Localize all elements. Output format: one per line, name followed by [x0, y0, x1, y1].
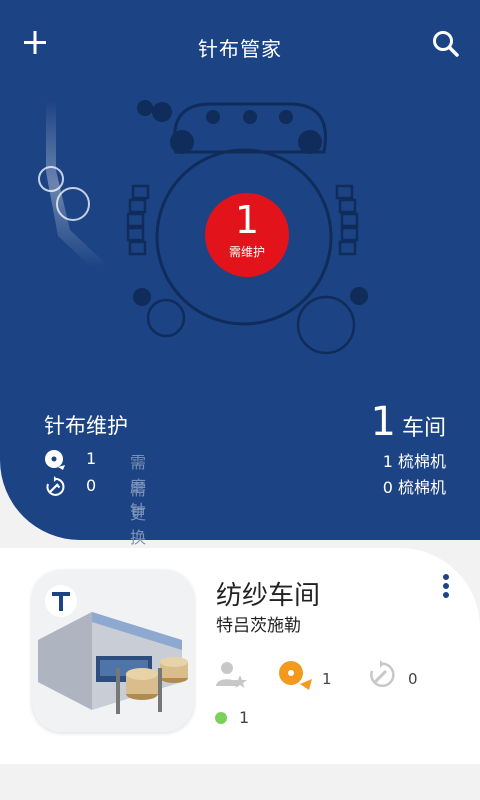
- workshop-card[interactable]: 纺纱车间 特吕茨施勒 1 0 1: [0, 548, 480, 764]
- machine-count-line: 0 梳棉机: [382, 478, 446, 497]
- workshop-label: 车间: [401, 416, 446, 441]
- hero-panel: 针布管家 1 需维护 针布维护 1 需磨针 0 需更换 1 车间 1 梳棉机 0…: [0, 0, 480, 547]
- workshop-count: 1: [370, 399, 396, 445]
- workshop-image: [32, 570, 194, 732]
- replace-stat: 0: [366, 660, 426, 692]
- maintenance-label: 需维护: [228, 245, 265, 259]
- trutzschler-logo-icon: [45, 585, 77, 617]
- grind-stat: 1: [278, 660, 338, 692]
- replace-count: 0: [86, 476, 97, 495]
- workshop-name: 纺纱车间: [216, 581, 321, 611]
- grind-needle-warning-icon: [279, 661, 312, 690]
- workshop-subtitle: 特吕茨施勒: [216, 616, 301, 636]
- replace-stat-count: 0: [408, 670, 418, 688]
- online-dot-icon: [215, 712, 227, 724]
- online-count: 1: [239, 708, 250, 727]
- user-stat: [215, 660, 249, 692]
- top-bar: 针布管家: [0, 0, 480, 90]
- grind-stat-count: 1: [322, 670, 332, 688]
- replace-icon: [46, 476, 65, 496]
- user-star-icon: [216, 662, 247, 688]
- maintenance-count: 1: [234, 198, 260, 242]
- machine-count-line: 1 梳棉机: [382, 452, 446, 471]
- search-icon[interactable]: [430, 28, 462, 60]
- grind-needle-icon: [45, 450, 65, 470]
- summary-title: 针布维护: [44, 414, 128, 438]
- replace-disabled-icon: [370, 660, 395, 687]
- workshop-total: 1 车间: [371, 400, 446, 444]
- page-title: 针布管家: [198, 37, 282, 61]
- grind-needle-count: 1: [86, 449, 97, 468]
- maintenance-badge[interactable]: 1 需维护: [205, 193, 289, 277]
- replace-label: 需更换: [130, 480, 147, 547]
- more-vertical-icon[interactable]: [436, 572, 456, 604]
